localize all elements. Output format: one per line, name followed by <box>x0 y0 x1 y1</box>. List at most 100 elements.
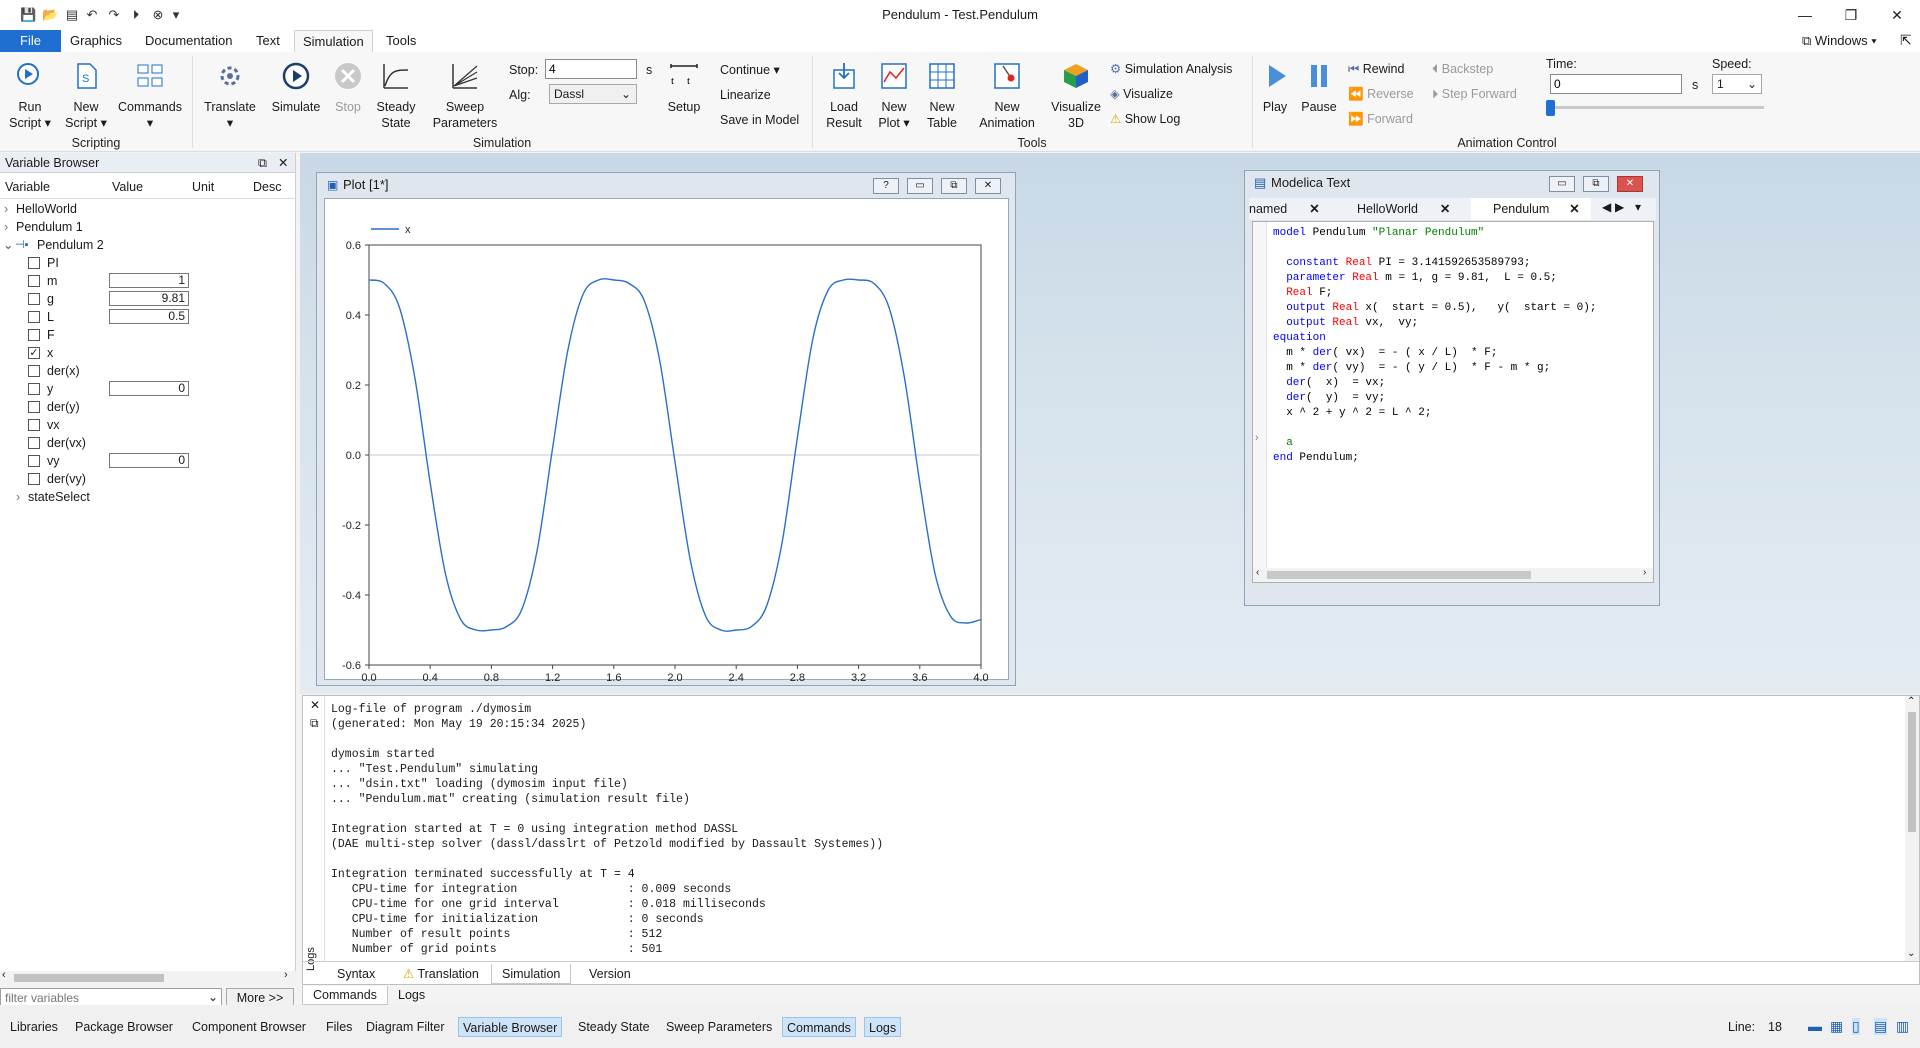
minimize-button[interactable]: ▭ <box>907 178 933 194</box>
log-tab-translation[interactable]: ⚠ Translation <box>393 964 489 984</box>
ribbon-collapse-icon[interactable]: ⇱ <box>1900 32 1912 49</box>
new-script-button[interactable]: S New Script ▾ <box>64 60 108 131</box>
backstep-button[interactable]: ⏴ Backstep <box>1432 61 1493 77</box>
used-classes-view-icon[interactable]: ▥ <box>1896 1018 1909 1035</box>
visualize-button[interactable]: ◈ Visualize <box>1110 86 1173 102</box>
dock-tab-component-browser[interactable]: Component Browser <box>188 1017 310 1037</box>
variable-checkbox[interactable] <box>28 437 40 449</box>
horizontal-scrollbar[interactable]: ‹ › <box>1253 567 1653 582</box>
vertical-scrollbar[interactable]: ⌃ ⌄ <box>1905 696 1919 962</box>
scroll-up-icon[interactable]: ⌃ <box>1907 696 1915 707</box>
variable-row[interactable]: vx <box>0 416 296 434</box>
column-header-value[interactable]: Value <box>112 180 143 194</box>
setup-button[interactable]: tt Setup <box>664 60 704 115</box>
pause-button[interactable]: Pause <box>1300 60 1338 115</box>
show-log-button[interactable]: ⚠ Show Log <box>1110 111 1180 127</box>
minimize-button[interactable]: — <box>1782 0 1828 30</box>
scrollbar-thumb[interactable] <box>14 974 164 982</box>
scroll-right-icon[interactable]: › <box>284 969 288 981</box>
column-header-desc[interactable]: Desc <box>253 180 281 194</box>
scroll-left-icon[interactable]: ‹ <box>2 969 6 981</box>
dock-tab-libraries[interactable]: Libraries <box>6 1017 62 1037</box>
close-button[interactable]: ✕ <box>1874 0 1920 30</box>
help-button[interactable]: ? <box>873 178 899 194</box>
log-tab-simulation[interactable]: Simulation <box>491 964 572 984</box>
tree-item-pendulum-2[interactable]: ⌄ ⊣▪ Pendulum 2 <box>0 236 296 254</box>
documentation-view-icon[interactable]: ▯ <box>1852 1018 1860 1035</box>
tree-item-pendulum-1[interactable]: › Pendulum 1 <box>0 218 296 236</box>
close-tab-icon[interactable]: ✕ <box>1309 202 1319 216</box>
tree-item-stateselect[interactable]: › stateSelect <box>0 488 296 506</box>
time-slider-track[interactable] <box>1550 106 1764 109</box>
tab-text[interactable]: Text <box>248 30 288 52</box>
variable-checkbox[interactable] <box>28 383 40 395</box>
log-text[interactable]: Log-file of program ./dymosim (generated… <box>331 702 1891 960</box>
column-header-variable[interactable]: Variable <box>5 180 50 194</box>
rewind-button[interactable]: ⏮ Rewind <box>1348 61 1404 77</box>
tab-logs[interactable]: Logs <box>398 986 425 1005</box>
code-text[interactable]: model Pendulum "Planar Pendulum" constan… <box>1273 226 1596 466</box>
variable-checkbox[interactable] <box>28 275 40 287</box>
close-button[interactable]: ✕ <box>975 178 1001 194</box>
variable-checkbox[interactable] <box>28 293 40 305</box>
restore-button[interactable]: ⧉ <box>941 178 967 194</box>
variable-checkbox[interactable] <box>28 473 40 485</box>
scrollbar-thumb[interactable] <box>1267 571 1531 579</box>
doc-tab-unnamed[interactable]: named ✕ <box>1249 201 1320 216</box>
restore-button[interactable]: ⧉ <box>1583 176 1609 192</box>
dock-tab-variable-browser[interactable]: Variable Browser <box>458 1017 563 1037</box>
tab-tools[interactable]: Tools <box>378 30 424 52</box>
doc-tab-pendulum[interactable]: Pendulum ✕ <box>1471 198 1591 220</box>
sweep-parameters-button[interactable]: Sweep Parameters <box>428 60 502 131</box>
dock-tab-logs[interactable]: Logs <box>864 1017 902 1037</box>
float-icon[interactable]: ⧉ <box>310 716 319 731</box>
doc-tab-helloworld[interactable]: HelloWorld ✕ <box>1357 201 1450 216</box>
tab-graphics[interactable]: Graphics <box>62 30 130 52</box>
step-forward-button[interactable]: ⏵ Step Forward <box>1432 86 1517 102</box>
continue-button[interactable]: Continue ▾ <box>720 62 780 78</box>
variable-row[interactable]: der(vy) <box>0 470 296 488</box>
log-tab-version[interactable]: Version <box>579 964 641 984</box>
scroll-left-icon[interactable]: ‹ <box>1256 567 1259 578</box>
variable-row[interactable]: der(y) <box>0 398 296 416</box>
icon-view-icon[interactable]: ▬ <box>1808 1018 1822 1034</box>
variable-checkbox[interactable] <box>28 257 40 269</box>
close-tab-icon[interactable]: ✕ <box>1440 202 1450 216</box>
close-icon[interactable]: ✕ <box>278 153 288 173</box>
variable-value-input[interactable]: 0 <box>109 453 189 468</box>
tab-scroll-left-icon[interactable]: ◀ <box>1602 200 1611 214</box>
variable-row[interactable]: vy 0 <box>0 452 296 470</box>
variable-value-input[interactable]: 1 <box>109 273 189 288</box>
save-in-model-button[interactable]: Save in Model <box>720 112 799 128</box>
forward-button[interactable]: ⏩ Forward <box>1348 111 1413 127</box>
minimize-button[interactable]: ▭ <box>1549 176 1575 192</box>
chevron-down-icon[interactable]: ⌄ <box>208 990 218 1004</box>
time-slider-handle[interactable] <box>1546 100 1555 116</box>
time-input[interactable] <box>1550 74 1682 94</box>
dock-tab-commands[interactable]: Commands <box>782 1017 856 1037</box>
column-header-unit[interactable]: Unit <box>192 180 214 194</box>
variable-row[interactable]: der(vx) <box>0 434 296 452</box>
speed-select[interactable]: 1 ⌄ <box>1712 74 1762 94</box>
variable-row[interactable]: der(x) <box>0 362 296 380</box>
variable-checkbox[interactable] <box>28 329 40 341</box>
variable-row[interactable]: ✓ x <box>0 344 296 362</box>
close-tab-icon[interactable]: ✕ <box>1569 202 1579 216</box>
tab-scroll-right-icon[interactable]: ▶ <box>1615 200 1624 214</box>
log-tab-syntax[interactable]: Syntax <box>327 964 385 984</box>
load-result-button[interactable]: Load Result <box>822 60 866 131</box>
steady-state-button[interactable]: Steady State <box>372 60 420 131</box>
close-button[interactable]: ✕ <box>1617 176 1643 192</box>
float-icon[interactable]: ⧉ <box>258 153 267 173</box>
text-view-icon[interactable]: ▤ <box>1874 1018 1888 1035</box>
tab-list-icon[interactable]: ▾ <box>1635 200 1641 214</box>
scrollbar-thumb[interactable] <box>1908 712 1916 832</box>
close-icon[interactable]: ✕ <box>310 698 320 712</box>
play-button[interactable]: Play <box>1260 60 1290 115</box>
code-editor[interactable]: › model Pendulum "Planar Pendulum" const… <box>1252 221 1654 583</box>
diagram-view-icon[interactable]: ▦ <box>1830 1018 1843 1035</box>
scroll-right-icon[interactable]: › <box>1643 567 1646 578</box>
tab-simulation[interactable]: Simulation <box>294 30 373 52</box>
variable-row[interactable]: F <box>0 326 296 344</box>
fold-icon[interactable]: › <box>1255 432 1259 444</box>
